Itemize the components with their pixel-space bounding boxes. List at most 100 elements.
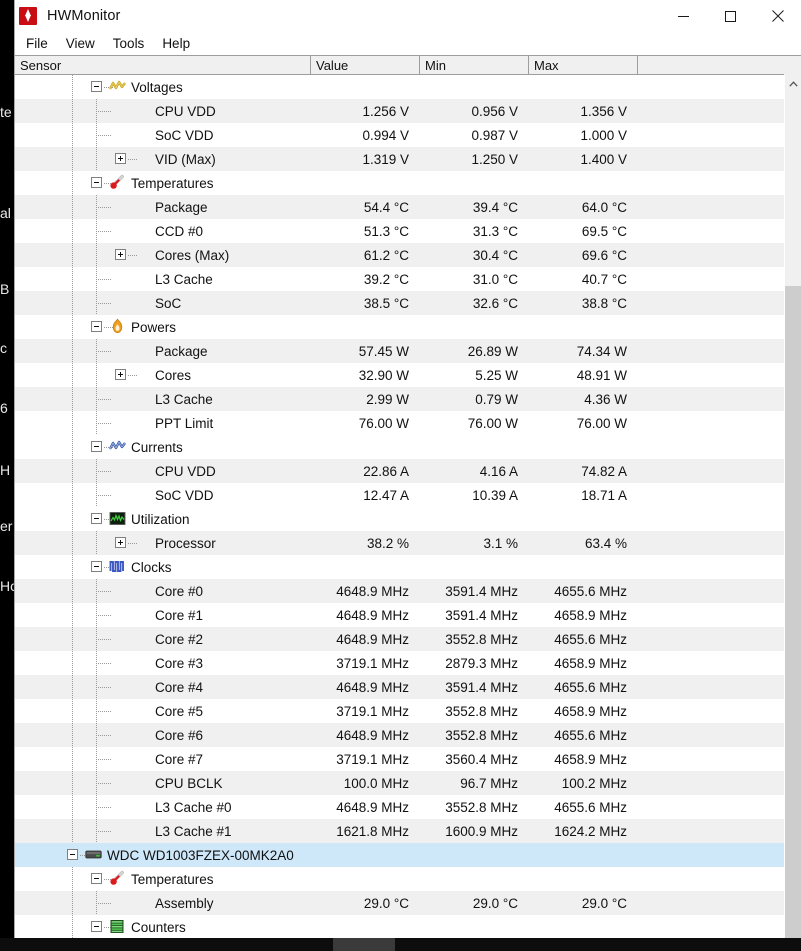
sensor-name-cell[interactable]: Package xyxy=(15,339,311,363)
scrollbar-thumb[interactable] xyxy=(785,92,801,286)
collapse-button[interactable] xyxy=(91,177,102,188)
sensor-name-cell[interactable]: PPT Limit xyxy=(15,411,311,435)
sensor-row[interactable]: Assembly 29.0 °C 29.0 °C 29.0 °C xyxy=(15,891,784,915)
sensor-row[interactable]: Core #0 4648.9 MHz 3591.4 MHz 4655.6 MHz xyxy=(15,579,784,603)
sensor-name-cell[interactable]: Temperatures xyxy=(15,867,311,891)
column-header-min[interactable]: Min xyxy=(420,56,529,74)
expand-button[interactable] xyxy=(115,249,126,260)
sensor-name-cell[interactable]: Core #2 xyxy=(15,627,311,651)
scroll-up-button[interactable] xyxy=(785,75,801,92)
sensor-name-cell[interactable]: Core #4 xyxy=(15,675,311,699)
expand-button[interactable] xyxy=(115,537,126,548)
sensor-row[interactable]: Currents xyxy=(15,435,784,459)
sensor-row[interactable]: CCD #0 51.3 °C 31.3 °C 69.5 °C xyxy=(15,219,784,243)
sensor-row[interactable]: PPT Limit 76.00 W 76.00 W 76.00 W xyxy=(15,411,784,435)
collapse-button[interactable] xyxy=(67,849,78,860)
sensor-row[interactable]: Voltages xyxy=(15,75,784,99)
collapse-button[interactable] xyxy=(91,81,102,92)
sensor-row[interactable]: Core #5 3719.1 MHz 3552.8 MHz 4658.9 MHz xyxy=(15,699,784,723)
sensor-name-cell[interactable]: Assembly xyxy=(15,891,311,915)
sensor-name-cell[interactable]: Core #5 xyxy=(15,699,311,723)
sensor-name-cell[interactable]: VID (Max) xyxy=(15,147,311,171)
vertical-scrollbar[interactable] xyxy=(784,75,801,938)
sensor-name-cell[interactable]: Core #7 xyxy=(15,747,311,771)
sensor-name-cell[interactable]: Voltages xyxy=(15,75,311,99)
sensor-name-cell[interactable]: L3 Cache #1 xyxy=(15,819,311,843)
collapse-button[interactable] xyxy=(91,441,102,452)
sensor-name-cell[interactable]: Cores (Max) xyxy=(15,243,311,267)
sensor-name-cell[interactable]: Package xyxy=(15,195,311,219)
close-button[interactable] xyxy=(754,0,801,32)
scrollbar-track[interactable] xyxy=(785,286,801,938)
sensor-name-cell[interactable]: CPU VDD xyxy=(15,99,311,123)
sensor-name-cell[interactable]: Core #3 xyxy=(15,651,311,675)
sensor-row[interactable]: Core #1 4648.9 MHz 3591.4 MHz 4658.9 MHz xyxy=(15,603,784,627)
sensor-row[interactable]: Package 57.45 W 26.89 W 74.34 W xyxy=(15,339,784,363)
sensor-row[interactable]: Powers xyxy=(15,315,784,339)
sensor-name-cell[interactable]: Currents xyxy=(15,435,311,459)
sensor-row[interactable]: Core #3 3719.1 MHz 2879.3 MHz 4658.9 MHz xyxy=(15,651,784,675)
column-header-value[interactable]: Value xyxy=(311,56,420,74)
sensor-name-cell[interactable]: L3 Cache xyxy=(15,387,311,411)
sensor-row[interactable]: Counters xyxy=(15,915,784,938)
sensor-row[interactable]: SoC VDD 12.47 A 10.39 A 18.71 A xyxy=(15,483,784,507)
sensor-row[interactable]: L3 Cache #1 1621.8 MHz 1600.9 MHz 1624.2 MH… xyxy=(15,819,784,843)
collapse-button[interactable] xyxy=(91,513,102,524)
menu-item-tools[interactable]: Tools xyxy=(113,35,154,52)
sensor-row[interactable]: Processor 38.2 % 3.1 % 63.4 % xyxy=(15,531,784,555)
expand-button[interactable] xyxy=(115,153,126,164)
sensor-row[interactable]: Cores (Max) 61.2 °C 30.4 °C 69.6 °C xyxy=(15,243,784,267)
sensor-row[interactable]: L3 Cache #0 4648.9 MHz 3552.8 MHz 4655.6 MH… xyxy=(15,795,784,819)
sensor-row[interactable]: Temperatures xyxy=(15,171,784,195)
column-header-sensor[interactable]: Sensor xyxy=(15,56,311,74)
sensor-name-cell[interactable]: Processor xyxy=(15,531,311,555)
sensor-row[interactable]: CPU BCLK 100.0 MHz 96.7 MHz 100.2 MHz xyxy=(15,771,784,795)
sensor-name-cell[interactable]: L3 Cache xyxy=(15,267,311,291)
sensor-row[interactable]: Clocks xyxy=(15,555,784,579)
sensor-row[interactable]: CPU VDD 1.256 V 0.956 V 1.356 V xyxy=(15,99,784,123)
expand-button[interactable] xyxy=(115,369,126,380)
sensor-row[interactable]: Core #2 4648.9 MHz 3552.8 MHz 4655.6 MHz xyxy=(15,627,784,651)
sensor-row[interactable]: VID (Max) 1.319 V 1.250 V 1.400 V xyxy=(15,147,784,171)
sensor-row[interactable]: CPU VDD 22.86 A 4.16 A 74.82 A xyxy=(15,459,784,483)
sensor-name-cell[interactable]: CCD #0 xyxy=(15,219,311,243)
menu-item-file[interactable]: File xyxy=(26,35,57,52)
sensor-name-cell[interactable]: SoC xyxy=(15,291,311,315)
sensor-row[interactable]: Temperatures xyxy=(15,867,784,891)
sensor-row[interactable]: SoC 38.5 °C 32.6 °C 38.8 °C xyxy=(15,291,784,315)
sensor-name-cell[interactable]: Counters xyxy=(15,915,311,938)
sensor-row[interactable]: Utilization xyxy=(15,507,784,531)
sensor-name-cell[interactable]: SoC VDD xyxy=(15,123,311,147)
collapse-button[interactable] xyxy=(91,321,102,332)
sensor-row[interactable]: Package 54.4 °C 39.4 °C 64.0 °C xyxy=(15,195,784,219)
sensor-row[interactable]: SoC VDD 0.994 V 0.987 V 1.000 V xyxy=(15,123,784,147)
menu-item-help[interactable]: Help xyxy=(162,35,199,52)
sensor-name-cell[interactable]: Utilization xyxy=(15,507,311,531)
sensor-row[interactable]: L3 Cache 2.99 W 0.79 W 4.36 W xyxy=(15,387,784,411)
sensor-row[interactable]: Core #4 4648.9 MHz 3591.4 MHz 4655.6 MHz xyxy=(15,675,784,699)
sensor-row[interactable]: Core #7 3719.1 MHz 3560.4 MHz 4658.9 MHz xyxy=(15,747,784,771)
maximize-button[interactable] xyxy=(707,0,754,32)
sensor-name-cell[interactable]: CPU VDD xyxy=(15,459,311,483)
sensor-row[interactable]: Cores 32.90 W 5.25 W 48.91 W xyxy=(15,363,784,387)
sensor-row[interactable]: Core #6 4648.9 MHz 3552.8 MHz 4655.6 MHz xyxy=(15,723,784,747)
sensor-name-cell[interactable]: Clocks xyxy=(15,555,311,579)
minimize-button[interactable] xyxy=(660,0,707,32)
sensor-name-cell[interactable]: Cores xyxy=(15,363,311,387)
column-header-max[interactable]: Max xyxy=(529,56,638,74)
sensor-name-cell[interactable]: Temperatures xyxy=(15,171,311,195)
sensor-name-cell[interactable]: SoC VDD xyxy=(15,483,311,507)
sensor-name-cell[interactable]: Powers xyxy=(15,315,311,339)
sensor-row[interactable]: L3 Cache 39.2 °C 31.0 °C 40.7 °C xyxy=(15,267,784,291)
sensor-name-cell[interactable]: Core #1 xyxy=(15,603,311,627)
collapse-button[interactable] xyxy=(91,921,102,932)
sensor-name-cell[interactable]: Core #6 xyxy=(15,723,311,747)
sensor-name-cell[interactable]: CPU BCLK xyxy=(15,771,311,795)
sensor-name-cell[interactable]: L3 Cache #0 xyxy=(15,795,311,819)
collapse-button[interactable] xyxy=(91,873,102,884)
menu-item-view[interactable]: View xyxy=(66,35,104,52)
sensor-name-cell[interactable]: WDC WD1003FZEX-00MK2A0 xyxy=(15,843,311,867)
sensor-name-cell[interactable]: Core #0 xyxy=(15,579,311,603)
collapse-button[interactable] xyxy=(91,561,102,572)
sensor-row[interactable]: WDC WD1003FZEX-00MK2A0 xyxy=(15,843,784,867)
